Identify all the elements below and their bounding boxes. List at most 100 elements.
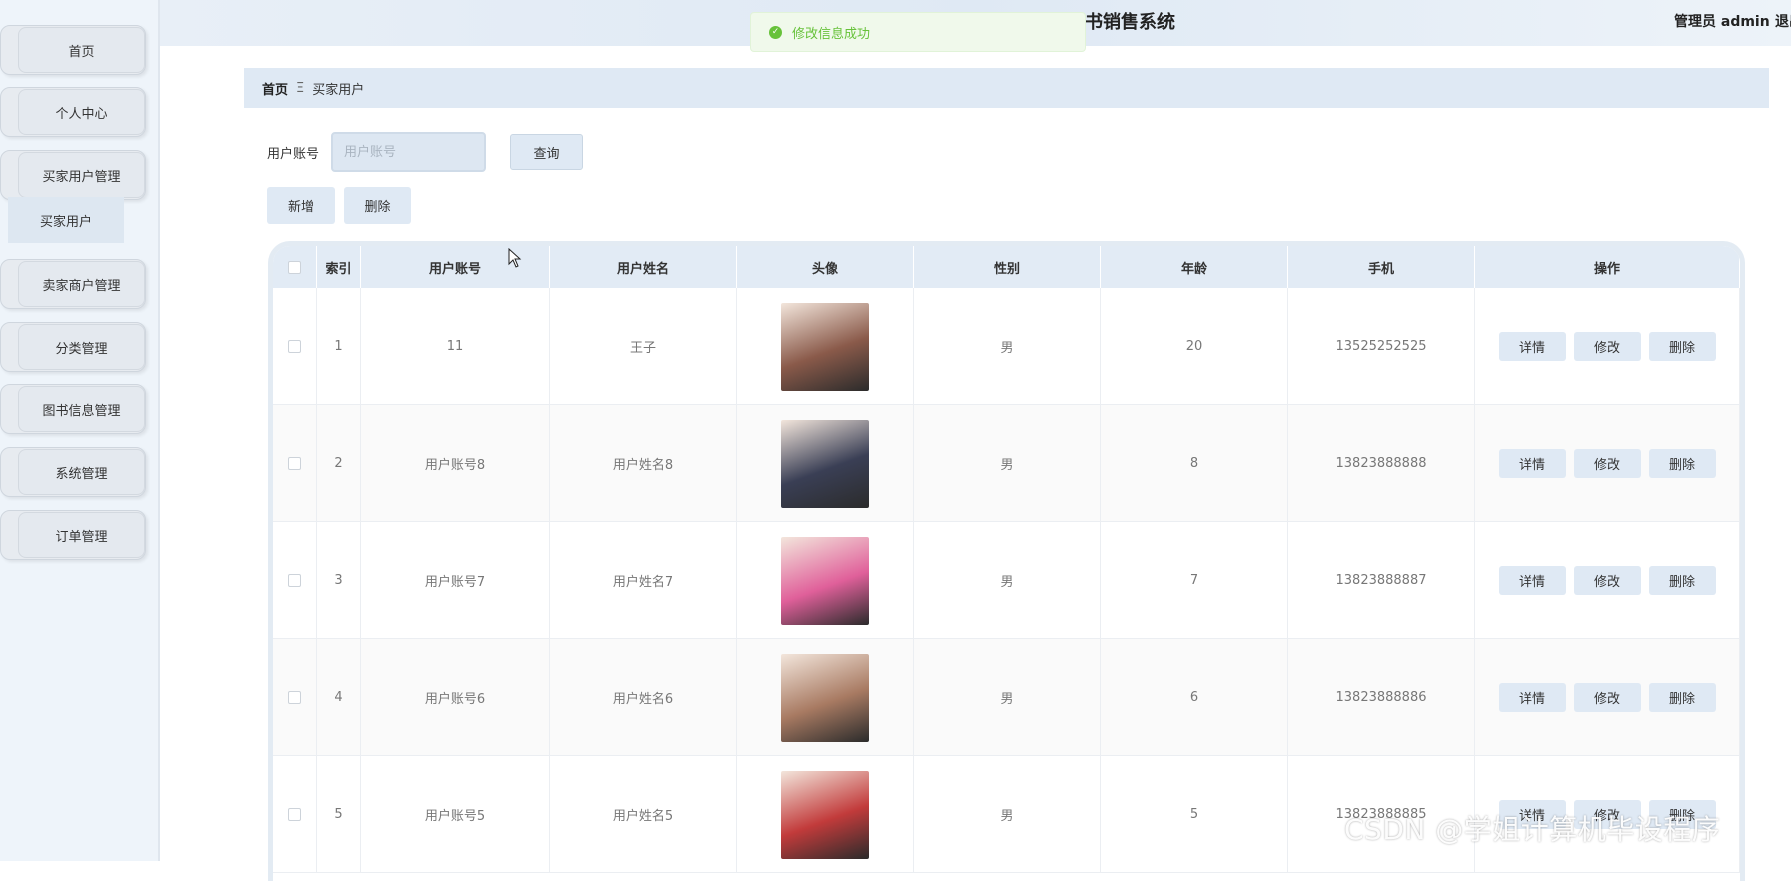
avatar-cell bbox=[737, 639, 914, 756]
table-row: 4 用户账号6 用户姓名6 男 6 13823888886 详情 修改 删除 bbox=[273, 639, 1740, 756]
logout-link[interactable]: 退出 bbox=[1775, 11, 1791, 31]
row-checkbox[interactable] bbox=[288, 808, 301, 821]
gender-cell: 男 bbox=[914, 522, 1101, 639]
row-checkbox[interactable] bbox=[288, 691, 301, 704]
system-title: 书销售系统 bbox=[1085, 12, 1175, 33]
header-cell-select bbox=[273, 246, 317, 288]
sidebar-item-label: 买家用户管理 bbox=[18, 152, 145, 198]
query-button[interactable]: 查询 bbox=[510, 134, 583, 170]
sidebar-item-label: 个人中心 bbox=[18, 89, 145, 135]
header-cell: 操作 bbox=[1475, 246, 1740, 288]
table-row: 1 11 王子男 20 13525252525 详情 修改 删除 bbox=[273, 288, 1740, 405]
gender-cell: 男 bbox=[914, 405, 1101, 522]
actions-cell: 详情 修改 删除 bbox=[1475, 405, 1740, 522]
delete-button[interactable]: 删除 bbox=[1648, 566, 1716, 595]
gender-cell: 男 bbox=[914, 639, 1101, 756]
sidebar-item-label: 分类管理 bbox=[18, 324, 145, 370]
header-cell: 索引 bbox=[317, 246, 361, 288]
detail-button[interactable]: 详情 bbox=[1498, 332, 1566, 361]
toast-message: 修改信息成功 bbox=[792, 26, 871, 42]
delete-button[interactable]: 删除 bbox=[1648, 332, 1716, 361]
row-checkbox[interactable] bbox=[288, 340, 301, 353]
sidebar-item-label: 首页 bbox=[18, 27, 145, 73]
name-cell: 用户姓名5 bbox=[550, 756, 737, 873]
add-button[interactable]: 新增 bbox=[267, 187, 335, 224]
row-checkbox[interactable] bbox=[288, 457, 301, 470]
sidebar-item-buyer-management[interactable]: 买家用户管理 bbox=[0, 150, 146, 200]
select-all-checkbox[interactable] bbox=[288, 260, 301, 274]
edit-button[interactable]: 修改 bbox=[1573, 449, 1641, 478]
age-cell: 20 bbox=[1101, 288, 1288, 405]
detail-button[interactable]: 详情 bbox=[1498, 566, 1566, 595]
avatar-cell bbox=[737, 522, 914, 639]
avatar bbox=[781, 419, 869, 508]
age-cell: 7 bbox=[1101, 522, 1288, 639]
phone-cell: 13525252525 bbox=[1288, 288, 1475, 405]
row-select-cell bbox=[273, 288, 317, 405]
row-select-cell bbox=[273, 639, 317, 756]
header-cell: 头像 bbox=[737, 246, 914, 288]
sidebar-item-label: 系统管理 bbox=[18, 449, 145, 495]
actions-cell: 详情 修改 删除 bbox=[1475, 288, 1740, 405]
avatar bbox=[781, 653, 869, 742]
user-table: 索引 用户账号 用户姓名 头像 性别 年龄 手机 操作 1 11 王子男 20 1352… bbox=[268, 241, 1745, 881]
user-info: 管理员 admin bbox=[1674, 14, 1770, 30]
sidebar: 首页 个人中心 买家用户管理 买家用户 卖家商户管理 分类管理 图书信息管理 系… bbox=[0, 0, 160, 861]
account-cell: 用户账号6 bbox=[361, 639, 550, 756]
account-cell: 用户账号8 bbox=[361, 405, 550, 522]
account-cell: 用户账号5 bbox=[361, 756, 550, 873]
delete-button[interactable]: 删除 bbox=[1648, 449, 1716, 478]
gender-cell: 男 bbox=[914, 756, 1101, 873]
row-checkbox[interactable] bbox=[288, 574, 301, 587]
batch-delete-button[interactable]: 删除 bbox=[344, 187, 411, 224]
sidebar-item-book-management[interactable]: 图书信息管理 bbox=[0, 384, 146, 434]
avatar-cell bbox=[737, 405, 914, 522]
actions-cell: 详情 修改 删除 bbox=[1475, 522, 1740, 639]
header-cell: 手机 bbox=[1288, 246, 1475, 288]
avatar bbox=[781, 302, 869, 391]
sidebar-subitem-buyer-users[interactable]: 买家用户 bbox=[8, 197, 124, 243]
sidebar-item-order-management[interactable]: 订单管理 bbox=[0, 510, 146, 560]
delete-button[interactable]: 删除 bbox=[1648, 683, 1716, 712]
sidebar-item-home[interactable]: 首页 bbox=[0, 25, 146, 75]
row-select-cell bbox=[273, 522, 317, 639]
sidebar-item-category-management[interactable]: 分类管理 bbox=[0, 322, 146, 372]
phone-cell: 13823888887 bbox=[1288, 522, 1475, 639]
edit-button[interactable]: 修改 bbox=[1573, 332, 1641, 361]
phone-cell: 13823888888 bbox=[1288, 405, 1475, 522]
avatar bbox=[781, 536, 869, 625]
name-cell: 用户姓名7 bbox=[550, 522, 737, 639]
row-select-cell bbox=[273, 405, 317, 522]
name-cell: 用户姓名8 bbox=[550, 405, 737, 522]
sidebar-item-label: 卖家商户管理 bbox=[18, 261, 145, 307]
detail-button[interactable]: 详情 bbox=[1498, 449, 1566, 478]
edit-button[interactable]: 修改 bbox=[1573, 683, 1641, 712]
sidebar-item-label: 图书信息管理 bbox=[18, 386, 145, 432]
account-cell: 用户账号7 bbox=[361, 522, 550, 639]
age-cell: 5 bbox=[1101, 756, 1288, 873]
breadcrumb-home[interactable]: 首页 bbox=[262, 79, 288, 98]
avatar-cell bbox=[737, 756, 914, 873]
age-cell: 8 bbox=[1101, 405, 1288, 522]
breadcrumb: 首页 Ξ 买家用户 bbox=[244, 68, 1769, 108]
name-cell: 用户姓名6 bbox=[550, 639, 737, 756]
search-label: 用户账号 bbox=[267, 147, 320, 162]
row-select-cell bbox=[273, 756, 317, 873]
avatar-cell bbox=[737, 288, 914, 405]
sidebar-item-personal-center[interactable]: 个人中心 bbox=[0, 87, 146, 137]
header-cell: 用户姓名 bbox=[550, 246, 737, 288]
avatar bbox=[781, 770, 869, 859]
sidebar-item-label: 订单管理 bbox=[18, 512, 145, 558]
header-cell: 性别 bbox=[914, 246, 1101, 288]
search-input[interactable] bbox=[331, 132, 486, 172]
phone-cell: 13823888886 bbox=[1288, 639, 1475, 756]
account-cell: 11 bbox=[361, 288, 550, 405]
detail-button[interactable]: 详情 bbox=[1498, 683, 1566, 712]
sidebar-item-seller-management[interactable]: 卖家商户管理 bbox=[0, 259, 146, 309]
table-row: 3 用户账号7 用户姓名7 男 7 13823888887 详情 修改 删除 bbox=[273, 522, 1740, 639]
age-cell: 6 bbox=[1101, 639, 1288, 756]
sidebar-item-system-management[interactable]: 系统管理 bbox=[0, 447, 146, 497]
mouse-cursor-icon bbox=[508, 248, 522, 268]
check-circle-icon: ✓ bbox=[769, 25, 782, 39]
edit-button[interactable]: 修改 bbox=[1573, 566, 1641, 595]
